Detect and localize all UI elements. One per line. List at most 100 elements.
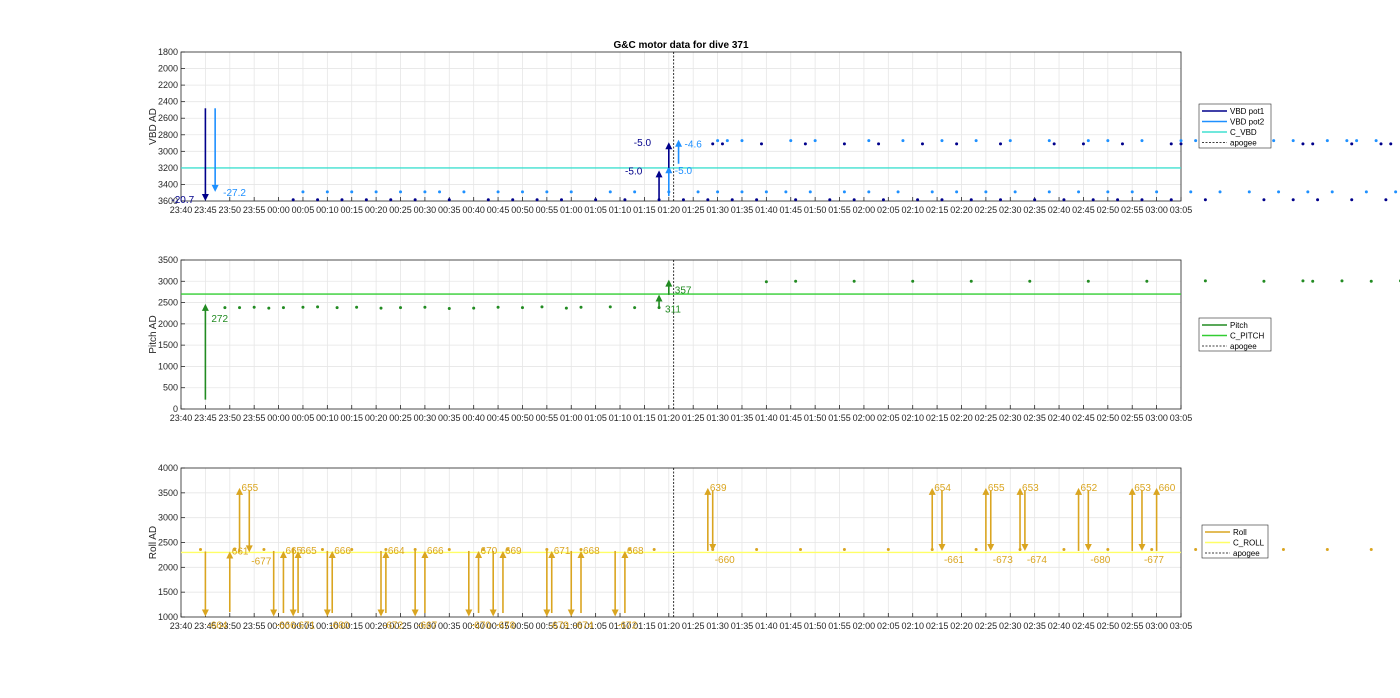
vbd-arrow-label: -5.0 bbox=[634, 138, 652, 149]
x-tick-label: 01:40 bbox=[755, 413, 778, 423]
x-tick-label: 01:20 bbox=[658, 621, 681, 631]
x-tick-label: 02:35 bbox=[1023, 621, 1046, 631]
y-axis-label: Roll AD bbox=[148, 526, 159, 559]
vbd-pot2-point bbox=[1140, 139, 1144, 143]
x-tick-label: 00:05 bbox=[292, 205, 315, 215]
roll-arrow-label: 666 bbox=[427, 546, 444, 557]
vbd-pot2-point bbox=[1194, 139, 1198, 143]
vbd-pot2-point bbox=[1106, 139, 1110, 143]
pitch-point bbox=[911, 279, 915, 283]
roll-arrow-label: 665 bbox=[300, 546, 317, 557]
vbd-pot2-point bbox=[374, 190, 378, 194]
vbd-pot2-point bbox=[1189, 190, 1193, 194]
roll-point bbox=[1325, 547, 1329, 551]
roll-point bbox=[755, 547, 759, 551]
vbd-pot2-point bbox=[940, 139, 944, 143]
x-tick-label: 02:00 bbox=[853, 621, 876, 631]
pitch-point bbox=[399, 306, 403, 310]
x-tick-label: 00:35 bbox=[438, 413, 461, 423]
roll-arrow-label: -678 bbox=[495, 621, 515, 632]
vbd-pot1-point bbox=[969, 198, 973, 202]
y-tick-label: 3500 bbox=[158, 255, 178, 265]
x-tick-label: 00:35 bbox=[438, 621, 461, 631]
pitch-point bbox=[1311, 279, 1315, 283]
roll-arrow-label: 670 bbox=[481, 546, 498, 557]
x-tick-label: 00:45 bbox=[487, 413, 510, 423]
roll-arrow-label: -674 bbox=[1027, 555, 1047, 566]
vbd-pot2-point bbox=[496, 190, 500, 194]
x-tick-label: 01:35 bbox=[731, 621, 754, 631]
vbd-pot1-point bbox=[706, 198, 710, 202]
vbd-pot1-point bbox=[1262, 198, 1266, 202]
roll-arrow-label: -671 bbox=[295, 621, 315, 632]
vbd-pot2-point bbox=[813, 139, 817, 143]
y-tick-label: 2000 bbox=[158, 319, 178, 329]
x-tick-label: 02:55 bbox=[1121, 205, 1144, 215]
pitch-point bbox=[267, 306, 271, 310]
pitch-point bbox=[1340, 279, 1344, 283]
pitch-point bbox=[472, 306, 476, 310]
vbd-pot2-point bbox=[1277, 190, 1281, 194]
y-tick-label: 500 bbox=[163, 383, 178, 393]
vbd-pot2-point bbox=[716, 139, 720, 143]
roll-arrow-label: 661 bbox=[232, 546, 249, 557]
x-tick-label: 01:40 bbox=[755, 621, 778, 631]
x-tick-label: 01:40 bbox=[755, 205, 778, 215]
vbd-pot1-point bbox=[291, 198, 295, 202]
x-tick-label: 01:05 bbox=[584, 413, 607, 423]
roll-point bbox=[1150, 547, 1154, 551]
x-tick-label: 02:05 bbox=[877, 621, 900, 631]
vbd-pot1-point bbox=[559, 198, 563, 202]
vbd-pot2-point bbox=[1077, 190, 1081, 194]
x-tick-label: 00:30 bbox=[414, 413, 437, 423]
roll-point bbox=[199, 547, 203, 551]
vbd-pot1-point bbox=[877, 142, 881, 146]
x-tick-label: 02:30 bbox=[999, 413, 1022, 423]
legend-entry: Roll bbox=[1233, 528, 1247, 537]
x-tick-label: 02:30 bbox=[999, 621, 1022, 631]
x-tick-label: 00:10 bbox=[316, 205, 339, 215]
y-tick-label: 3000 bbox=[158, 146, 178, 156]
x-tick-label: 23:45 bbox=[194, 205, 217, 215]
vbd-pot1-point bbox=[1203, 198, 1207, 202]
vbd-pot1-point bbox=[1091, 198, 1095, 202]
vbd-pot1-point bbox=[1169, 142, 1173, 146]
x-tick-label: 00:05 bbox=[292, 413, 315, 423]
y-tick-label: 1000 bbox=[158, 612, 178, 622]
vbd-pot1-point bbox=[940, 198, 944, 202]
roll-point bbox=[974, 547, 978, 551]
x-tick-label: 02:40 bbox=[1048, 205, 1071, 215]
roll-arrow-label: -664 bbox=[207, 621, 227, 632]
pitch-point bbox=[1145, 279, 1149, 283]
x-tick-label: 01:25 bbox=[682, 413, 705, 423]
vbd-pot2-point bbox=[1247, 190, 1251, 194]
x-tick-label: 00:00 bbox=[267, 205, 290, 215]
y-axis-label: VBD AD bbox=[148, 108, 159, 145]
y-tick-label: 1500 bbox=[158, 340, 178, 350]
x-tick-label: 00:15 bbox=[340, 413, 363, 423]
vbd-pot1-point bbox=[413, 198, 417, 202]
x-tick-label: 23:45 bbox=[194, 413, 217, 423]
vbd-pot2-point bbox=[1364, 190, 1368, 194]
vbd-pot2-point bbox=[901, 139, 905, 143]
roll-point bbox=[262, 547, 266, 551]
x-tick-label: 23:55 bbox=[243, 621, 266, 631]
roll-arrow-label: 660 bbox=[1159, 483, 1176, 494]
x-tick-label: 01:55 bbox=[828, 413, 851, 423]
vbd-pot2-point bbox=[1047, 190, 1051, 194]
roll-point bbox=[1194, 547, 1198, 551]
pitch-point bbox=[496, 305, 500, 309]
vbd-pot2-point bbox=[462, 190, 466, 194]
vbd-pot2-point bbox=[716, 190, 720, 194]
legend-entry: Pitch bbox=[1230, 321, 1248, 330]
x-tick-label: 02:55 bbox=[1121, 621, 1144, 631]
pitch-point bbox=[355, 305, 359, 309]
x-tick-label: 00:20 bbox=[365, 205, 388, 215]
pitch-point bbox=[379, 306, 383, 310]
roll-arrow-label: 668 bbox=[627, 546, 644, 557]
vbd-pot1-point bbox=[511, 198, 515, 202]
x-tick-label: 02:20 bbox=[950, 621, 973, 631]
vbd-pot1-point bbox=[594, 198, 598, 202]
vbd-pot1-point bbox=[447, 198, 451, 202]
pitch-arrow-label: 357 bbox=[675, 286, 692, 297]
